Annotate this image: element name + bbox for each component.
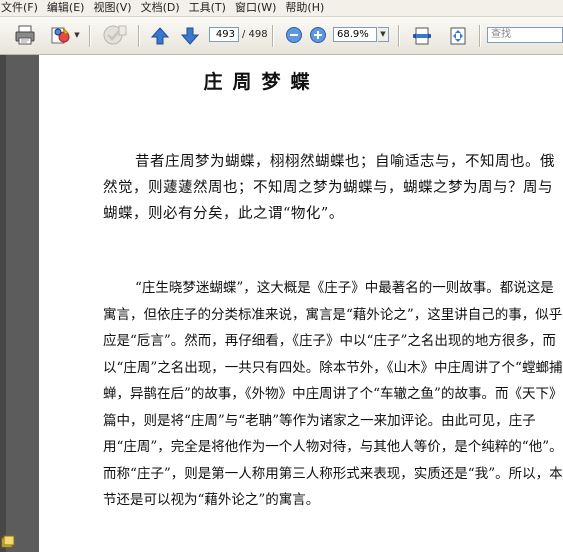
menu-document[interactable]: 文档(D) [140,0,182,16]
menu-tools[interactable]: 工具(T) [188,0,228,16]
previous-page-button[interactable] [150,26,170,46]
fit-page-button[interactable] [448,26,468,46]
zoom-in-icon [310,27,326,43]
navigation-pane[interactable] [0,55,39,552]
fit-page-icon [450,27,466,45]
next-page-button[interactable] [180,26,200,46]
menu-window[interactable]: 窗口(W) [234,0,278,16]
print-button[interactable] [14,24,36,46]
zoom-dropdown-icon[interactable]: ▼ [378,27,389,42]
document-page: 庄周梦蝶 昔者庄周梦为蝴蝶，栩栩然蝴蝶也；自喻适志与，不知周也。俄然觉，则蘧蘧然… [39,55,563,552]
bookmarks-icon[interactable] [1,535,15,549]
menu-edit[interactable]: 编辑(E) [46,0,87,16]
fit-width-icon [413,27,431,45]
navigation-pane-edge [0,55,6,552]
search-input[interactable]: 查找 [487,27,563,43]
disabled-tool-button[interactable] [101,23,129,47]
disabled-tool-icon [103,25,127,45]
menu-bar: 文件(F) 编辑(E) 视图(V) 文档(D) 工具(T) 窗口(W) 帮助(H… [0,0,563,17]
menu-view[interactable]: 视图(V) [92,0,133,16]
toolbar-separator [138,25,140,47]
arrow-up-icon [150,27,170,45]
printer-icon [15,25,35,45]
toolbar: ▼ 493 / 498 68.9% ▼ 查找 [0,17,563,55]
page-title: 庄周梦蝶 [203,71,320,93]
toolbar-separator [272,25,274,47]
toolbar-separator [398,25,400,47]
menu-help[interactable]: 帮助(H) [284,0,326,16]
body-paragraph: “庄生晓梦迷蝴蝶”，这大概是《庄子》中最著名的一则故事。都说这是寓言，但依庄子的… [103,280,563,508]
zoom-level-field[interactable]: 68.9% [333,27,377,42]
page-total-label: / 498 [242,29,268,40]
menu-file[interactable]: 文件(F) [0,0,40,16]
fit-width-button[interactable] [412,26,432,46]
zoom-in-button[interactable] [309,26,327,44]
page-number-input[interactable]: 493 [209,27,239,42]
toolbar-separator [89,25,91,47]
toolbar-separator [479,25,481,47]
sign-button[interactable] [49,24,71,46]
sign-dropdown-icon[interactable]: ▼ [73,31,81,39]
body-paragraph: 昔者庄周梦为蝴蝶，栩栩然蝴蝶也；自喻适志与，不知周也。俄然觉，则蘧蘧然周也；不知… [103,154,555,222]
arrow-down-icon [180,27,200,45]
zoom-out-icon [286,27,302,43]
zoom-out-button[interactable] [285,26,303,44]
sign-icon [51,27,70,44]
